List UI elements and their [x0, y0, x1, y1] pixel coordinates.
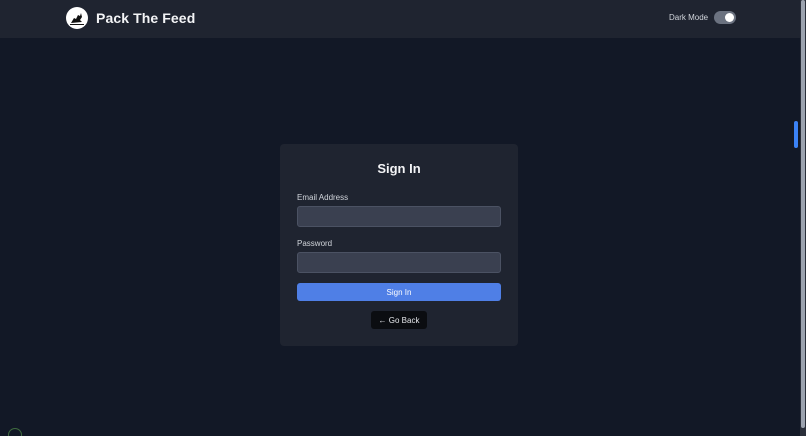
- signin-button[interactable]: Sign In: [297, 283, 501, 301]
- dark-mode-control: Dark Mode: [669, 11, 737, 24]
- dark-mode-label: Dark Mode: [669, 13, 709, 22]
- email-label: Email Address: [297, 193, 349, 202]
- wolf-logo-icon: [66, 7, 88, 29]
- signin-title: Sign In: [377, 161, 421, 176]
- top-navbar: Pack The Feed Dark Mode: [0, 0, 800, 38]
- dark-mode-toggle[interactable]: [714, 11, 737, 24]
- email-field[interactable]: [297, 206, 501, 227]
- signin-card: Sign In Email Address Password Sign In ←…: [280, 144, 518, 346]
- corner-widget[interactable]: [8, 428, 22, 436]
- password-label: Password: [297, 239, 333, 248]
- go-back-button[interactable]: ← Go Back: [371, 311, 427, 329]
- brand[interactable]: Pack The Feed: [66, 7, 195, 29]
- password-field[interactable]: [297, 252, 501, 273]
- toggle-knob: [725, 13, 735, 22]
- scrollbar-thumb[interactable]: [801, 0, 805, 428]
- side-indicator: [794, 121, 798, 148]
- brand-name: Pack The Feed: [96, 10, 196, 26]
